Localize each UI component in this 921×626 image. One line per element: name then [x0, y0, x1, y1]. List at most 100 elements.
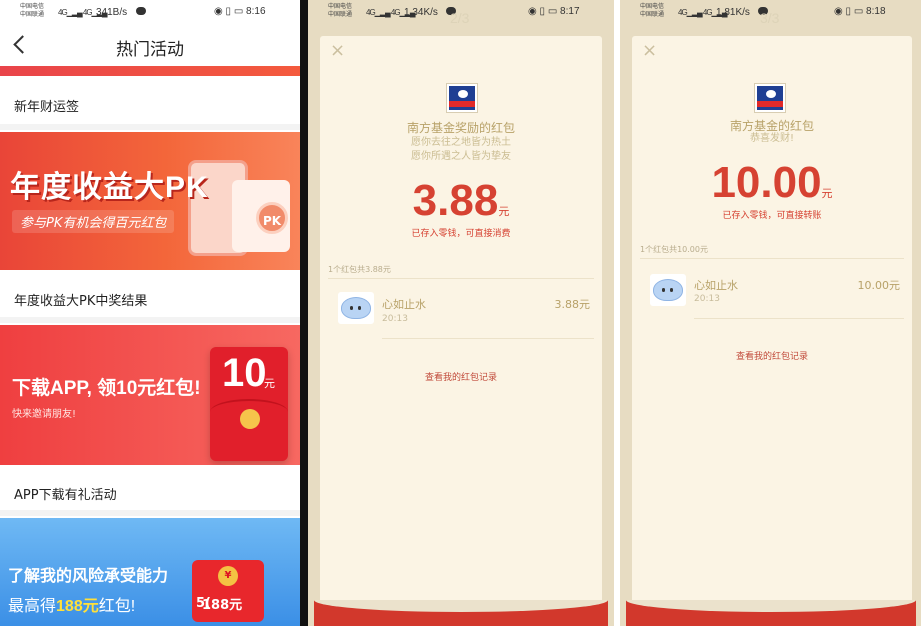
network-speed: 341B/s	[96, 7, 128, 18]
vibrate-icon: ▯	[539, 6, 546, 17]
carrier-2: 中国联通	[640, 12, 665, 18]
risk-suffix: 红包!	[98, 598, 136, 615]
battery-icon: ▭	[547, 6, 558, 17]
carrier-2: 中国联通	[20, 12, 45, 18]
amount-display: 10.00元	[632, 158, 912, 208]
deposit-note: 已存入零钱，可直接转账	[722, 211, 822, 221]
network-speed: 1.81K/s	[716, 7, 750, 18]
divider	[0, 510, 300, 516]
carrier-1: 中国电信	[640, 4, 665, 10]
status-right: ◉ ▯ ▭ 8:18	[834, 6, 886, 17]
packet-bottom-edge	[626, 600, 916, 626]
red-packet-card: × 南方基金奖励的红包 愿你去往之地皆为热土 愿你所遇之人皆为挚友 3.88元 …	[320, 36, 602, 614]
fund-logo-icon	[447, 84, 477, 112]
banner-pk-title: 年度收益大PK	[10, 171, 209, 204]
banner-annual-pk[interactable]: PK 年度收益大PK 参与PK有机会得百元红包	[0, 132, 300, 270]
status-bar: 中国电信 中国联通 4G▁▂▄ 4G▁▂▄ 1.81K/s 3/3 ◉ ▯ ▭ 8…	[620, 0, 921, 26]
receiver-name: 心如止水	[382, 298, 426, 311]
page-title: 热门活动	[116, 40, 184, 60]
packet-count: 1个红包共10.00元	[640, 245, 708, 254]
packet-arc	[314, 600, 608, 612]
clock: 8:17	[560, 6, 580, 17]
receive-time: 20:13	[382, 314, 408, 324]
carrier-labels: 中国电信 中国联通	[20, 3, 44, 19]
banner-partial[interactable]	[0, 66, 300, 76]
divider	[328, 278, 594, 279]
activity-title-pk-result[interactable]: 年度收益大PK中奖结果	[14, 290, 147, 309]
avatar-eye	[358, 306, 361, 310]
eye-icon: ◉	[834, 6, 843, 17]
risk-prefix: 最高得	[8, 598, 57, 615]
deposit-note: 已存入零钱，可直接消费	[411, 229, 511, 239]
carrier-1: 中国电信	[328, 4, 353, 10]
battery-icon: ▭	[233, 6, 244, 17]
avatar-eye	[350, 306, 353, 310]
status-right: ◉ ▯ ▭ 8:17	[528, 6, 580, 17]
vibrate-icon: ▯	[225, 6, 232, 17]
divider	[694, 318, 904, 319]
amount-display: 3.88元	[320, 176, 602, 226]
close-icon[interactable]: ×	[642, 40, 657, 61]
envelope-unit: 元	[264, 377, 275, 390]
hot-activities-screen: 中国电信 中国联通 4G▁▂▄ 4G▁▂▄ 341B/s ◉ ▯ ▭ 8:16 热…	[0, 0, 300, 626]
eye-icon: ◉	[214, 6, 223, 17]
activity-title-app[interactable]: APP下载有礼活动	[14, 484, 117, 503]
banner-risk-title: 了解我的风险承受能力	[8, 568, 169, 585]
logo-stripe	[757, 101, 783, 107]
amount-value: 10.00	[711, 158, 822, 207]
divider	[0, 124, 300, 130]
banner-app-title: 下载APP, 领10元红包!	[12, 378, 201, 399]
packet-bottom-edge	[314, 600, 608, 626]
carrier-1: 中国电信	[20, 4, 45, 10]
receive-amount: 10.00元	[857, 279, 901, 292]
network-speed: 1.34K/s	[404, 7, 438, 18]
red-envelope-illustration: 10 元	[210, 347, 288, 461]
divider	[382, 338, 594, 339]
activity-title-fortune[interactable]: 新年财运签	[14, 96, 79, 115]
banner-risk-assessment[interactable]: 了解我的风险承受能力 最高得188元红包! ¥ 188元 5(	[0, 518, 300, 626]
page-indicator: 2/3	[450, 10, 470, 26]
amount-value: 3.88	[412, 176, 499, 225]
logo-mark	[766, 90, 776, 98]
eye-icon: ◉	[528, 6, 537, 17]
chat-notification-icon	[136, 7, 146, 15]
carrier-labels: 中国电信 中国联通	[328, 3, 352, 19]
divider	[0, 317, 300, 323]
coin-icon	[240, 409, 260, 429]
close-icon[interactable]: ×	[330, 40, 345, 61]
red-envelope-illustration: ¥ 188元	[192, 560, 264, 622]
amount-unit: 元	[821, 188, 833, 200]
status-bar: 中国电信 中国联通 4G▁▂▄ 4G▁▂▄ 1.34K/s 2/3 ◉ ▯ ▭ 8…	[308, 0, 614, 26]
banner-app-download[interactable]: 下载APP, 领10元红包! 快来邀请朋友! 10 元	[0, 325, 300, 465]
sender-title: 南方基金奖励的红包	[406, 121, 515, 135]
logo-stripe	[449, 101, 475, 107]
vibrate-icon: ▯	[845, 6, 852, 17]
cut-text: 5(	[196, 596, 211, 611]
receiver-name: 心如止水	[694, 279, 738, 292]
red-packet-detail-screen-3: 中国电信 中国联通 4G▁▂▄ 4G▁▂▄ 1.81K/s 3/3 ◉ ▯ ▭ 8…	[620, 0, 921, 626]
fund-logo-icon	[755, 84, 785, 112]
receive-time: 20:13	[694, 294, 720, 304]
blessing-line-2: 愿你所遇之人皆为挚友	[411, 151, 511, 162]
banner-risk-line2: 最高得188元红包!	[8, 592, 135, 616]
avatar-blob	[341, 297, 371, 319]
avatar-eye	[670, 288, 673, 292]
page-indicator: 3/3	[760, 10, 780, 26]
amount-unit: 元	[498, 206, 510, 218]
record-link[interactable]: 查看我的红包记录	[632, 349, 912, 362]
nav-bar: 热门活动	[0, 26, 300, 66]
status-right: ◉ ▯ ▭ 8:16	[214, 6, 266, 17]
avatar-blob	[653, 279, 683, 301]
clock: 8:16	[246, 6, 266, 17]
record-link[interactable]: 查看我的红包记录	[320, 370, 602, 383]
screenshot-collage: 中国电信 中国联通 4G▁▂▄ 4G▁▂▄ 341B/s ◉ ▯ ▭ 8:16 热…	[0, 0, 921, 626]
banner-pk-subtitle: 参与PK有机会得百元红包	[12, 210, 175, 233]
packet-count: 1个红包共3.88元	[328, 265, 391, 274]
clock: 8:18	[866, 6, 886, 17]
carrier-labels: 中国电信 中国联通	[640, 3, 664, 19]
packet-arc	[626, 600, 916, 612]
envelope-amount: 10	[222, 351, 267, 395]
pk-badge: PK	[256, 202, 288, 234]
avatar	[650, 274, 686, 306]
logo-mark	[458, 90, 468, 98]
